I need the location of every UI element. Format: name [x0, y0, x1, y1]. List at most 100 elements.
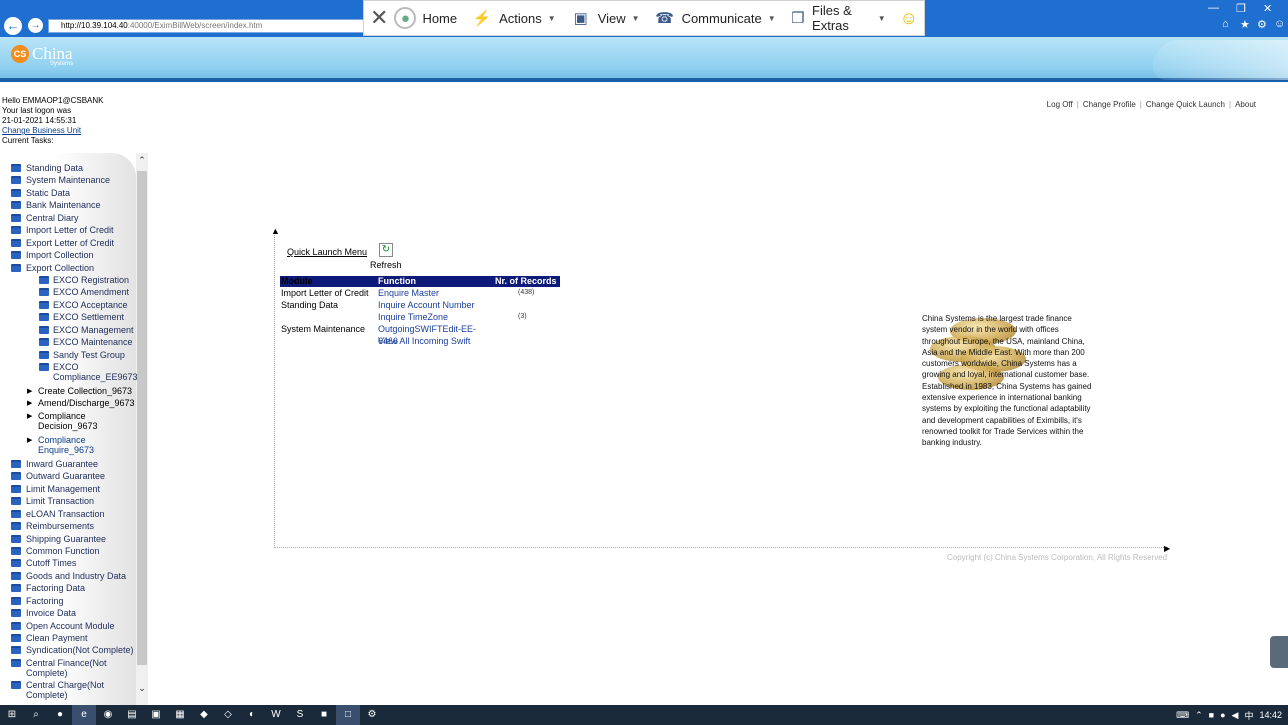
sidebar-item-cutoff-times[interactable]: Cutoff Times [0, 558, 136, 570]
sidebar-item-standing-data[interactable]: Standing Data [0, 163, 136, 175]
expand-arrow-icon[interactable]: ▶ [27, 436, 32, 444]
toolbar-communicate[interactable]: ☎ Communicate ▼ [654, 7, 775, 29]
remote-support-app-icon[interactable]: □ [336, 705, 360, 725]
sidebar-item-export-lc[interactable]: Export Letter of Credit [0, 238, 136, 250]
sidebar-item-factoring[interactable]: Factoring [0, 596, 136, 608]
expand-arrow-icon[interactable]: ▶ [27, 387, 32, 395]
sidebar-item-syndication[interactable]: Syndication(Not Complete) [0, 645, 136, 657]
scroll-down-arrow-icon[interactable]: ⌄ [136, 683, 148, 697]
change-profile-link[interactable]: Change Profile [1083, 100, 1136, 109]
sidebar-item-inward-guarantee[interactable]: Inward Guarantee [0, 459, 136, 471]
skype-app-icon[interactable]: S [288, 705, 312, 725]
expand-arrow-icon[interactable]: ▶ [27, 399, 32, 407]
sidebar-item-central-diary[interactable]: Central Diary [0, 213, 136, 225]
sidebar-item-factoring-data[interactable]: Factoring Data [0, 583, 136, 595]
sidebar-item-export-collection[interactable]: Export Collection [0, 263, 136, 275]
tray-chevron-icon[interactable]: ⌃ [1195, 710, 1203, 721]
sidebar-item-bank-maintenance[interactable]: Bank Maintenance [0, 200, 136, 212]
sidebar-item-shipping-guarantee[interactable]: Shipping Guarantee [0, 534, 136, 546]
ime-icon[interactable]: 中 [1244, 709, 1253, 722]
wechat-icon[interactable]: ● [1220, 710, 1225, 720]
toolbar-view[interactable]: ▣ View ▼ [570, 7, 640, 29]
sidebar-item-exco-settlement[interactable]: EXCO Settlement [0, 312, 136, 324]
row-function-link[interactable]: View All Incoming Swift [378, 335, 493, 347]
log-off-link[interactable]: Log Off [1047, 100, 1073, 109]
sidebar-item-limit-management[interactable]: Limit Management [0, 484, 136, 496]
sidebar-item-amend-discharge[interactable]: ▶ Amend/Discharge_9673 [0, 398, 136, 410]
favorites-star-icon[interactable]: ★ [1240, 18, 1250, 31]
sidebar-item-exco-amendment[interactable]: EXCO Amendment [0, 287, 136, 299]
toolbar-files[interactable]: ❐ Files & Extras ▼ [790, 3, 885, 33]
sidebar-item-sandy-test-group[interactable]: Sandy Test Group [0, 350, 136, 362]
keyboard-icon[interactable]: ⌨ [1176, 710, 1189, 721]
refresh-icon[interactable]: ↻ [379, 243, 393, 257]
expand-arrow-icon[interactable]: ▶ [27, 412, 32, 420]
edge-app-icon[interactable]: ◐ [240, 705, 264, 725]
notes-app-icon[interactable]: ▣ [144, 705, 168, 725]
search-icon[interactable]: ⌕ [24, 705, 48, 725]
restore-button[interactable]: ❐ [1236, 2, 1246, 15]
sidebar-item-exco-management[interactable]: EXCO Management [0, 325, 136, 337]
sidebar-item-exco-registration[interactable]: EXCO Registration [0, 275, 136, 287]
address-bar[interactable]: http://10.39.104.40:40000/EximBillWeb/sc… [48, 19, 364, 33]
forward-arrow-icon[interactable]: → [28, 18, 43, 33]
row-function-link[interactable]: Inquire Account Number [378, 299, 493, 311]
media-app-icon[interactable]: ◆ [192, 705, 216, 725]
volume-icon[interactable]: ◀ [1232, 710, 1239, 721]
tool-app-icon[interactable]: ◇ [216, 705, 240, 725]
change-quick-launch-link[interactable]: Change Quick Launch [1146, 100, 1225, 109]
sidebar-item-import-lc[interactable]: Import Letter of Credit [0, 225, 136, 237]
sidebar-item-common-function[interactable]: Common Function [0, 546, 136, 558]
sidebar-scroll-thumb[interactable] [137, 171, 147, 665]
about-link[interactable]: About [1235, 100, 1256, 109]
row-function-link[interactable]: Enquire Master [378, 287, 493, 299]
row-function-link[interactable]: Inquire TimeZone [378, 311, 493, 323]
sidebar-item-open-account[interactable]: Open Account Module [0, 621, 136, 633]
explorer-app-icon[interactable]: ▤ [120, 705, 144, 725]
change-business-unit-link[interactable]: Change Business Unit [2, 126, 103, 136]
sidebar-item-compliance-decision[interactable]: ▶ Compliance Decision_9673 [0, 411, 136, 435]
sidebar-item-limit-transaction[interactable]: Limit Transaction [0, 496, 136, 508]
sidebar-item-central-charge[interactable]: Central Charge(Not Complete) [0, 680, 136, 702]
clock[interactable]: 14:42 [1259, 710, 1282, 720]
sidebar-item-clean-payment[interactable]: Clean Payment [0, 633, 136, 645]
refresh-label[interactable]: Refresh [370, 260, 402, 270]
settings-gear-icon[interactable]: ⚙ [1257, 18, 1267, 31]
minimize-button[interactable]: — [1208, 2, 1219, 14]
sidebar-item-invoice-data[interactable]: Invoice Data [0, 608, 136, 620]
side-panel-tab[interactable] [1270, 636, 1288, 668]
back-arrow-icon[interactable]: ← [4, 17, 22, 35]
sidebar-item-outward-guarantee[interactable]: Outward Guarantee [0, 471, 136, 483]
sidebar-item-reimbursements[interactable]: Reimbursements [0, 521, 136, 533]
toolbar-home[interactable]: ● Home [394, 7, 457, 29]
sidebar-item-create-collection[interactable]: ▶ Create Collection_9673 [0, 386, 136, 398]
network-icon[interactable]: ■ [1209, 710, 1214, 720]
sidebar-item-static-data[interactable]: Static Data [0, 188, 136, 200]
sidebar-item-exco-acceptance[interactable]: EXCO Acceptance [0, 300, 136, 312]
smiley-icon[interactable]: ☺ [900, 7, 918, 29]
close-window-button[interactable]: ✕ [1263, 2, 1272, 15]
remote-app-icon[interactable]: ■ [312, 705, 336, 725]
sidebar-item-goods-industry[interactable]: Goods and Industry Data [0, 571, 136, 583]
close-icon[interactable]: ✕ [370, 5, 388, 30]
toolbar-actions[interactable]: ⚡ Actions ▼ [471, 7, 556, 29]
folder-app-icon[interactable]: ▦ [168, 705, 192, 725]
settings-app-icon[interactable]: ⚙ [360, 705, 384, 725]
windows-start-icon[interactable]: ⊞ [0, 705, 24, 725]
chrome-app-icon[interactable]: ● [48, 705, 72, 725]
sidebar-item-eloan-transaction[interactable]: eLOAN Transaction [0, 509, 136, 521]
chat-app-icon[interactable]: ◉ [96, 705, 120, 725]
scroll-up-arrow-icon[interactable]: ⌃ [136, 155, 148, 169]
quick-launch-title[interactable]: Quick Launch Menu [287, 247, 367, 257]
smiley-feedback-icon[interactable]: ☺ [1274, 18, 1285, 30]
sidebar-item-central-finance[interactable]: Central Finance(Not Complete) [0, 658, 136, 680]
sidebar-item-compliance-enquire[interactable]: ▶ Compliance Enquire_9673 [0, 435, 136, 459]
sidebar-item-exco-maintenance[interactable]: EXCO Maintenance [0, 337, 136, 349]
sidebar-item-import-collection[interactable]: Import Collection [0, 250, 136, 262]
word-app-icon[interactable]: W [264, 705, 288, 725]
ie-app-icon[interactable]: e [72, 705, 96, 725]
sidebar-item-exco-compliance[interactable]: EXCO Compliance_EE9673 [0, 362, 138, 386]
home-icon[interactable]: ⌂ [1222, 18, 1229, 30]
row-function-link[interactable]: OutgoingSWIFTEdit-EE-6466 [378, 323, 493, 346]
sidebar-item-system-maintenance[interactable]: System Maintenance [0, 175, 136, 187]
